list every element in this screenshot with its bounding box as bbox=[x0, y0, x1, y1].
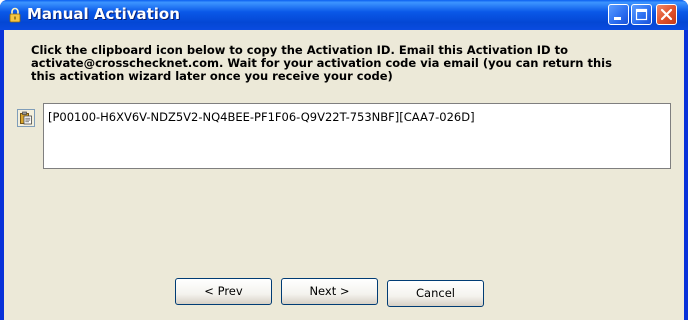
clipboard-icon bbox=[20, 111, 32, 125]
prev-button[interactable]: < Prev bbox=[175, 278, 272, 305]
next-button[interactable]: Next > bbox=[281, 278, 378, 305]
minimize-button[interactable] bbox=[608, 4, 629, 25]
copy-clipboard-button[interactable] bbox=[17, 109, 35, 127]
maximize-button[interactable] bbox=[631, 4, 652, 25]
maximize-icon bbox=[635, 8, 648, 21]
title-bar[interactable]: Manual Activation bbox=[0, 0, 688, 30]
close-icon bbox=[660, 8, 673, 21]
minimize-icon bbox=[614, 17, 621, 20]
window-title: Manual Activation bbox=[27, 5, 180, 23]
instructions-line: this activation wizard later once you re… bbox=[31, 69, 393, 83]
close-button[interactable] bbox=[656, 4, 677, 25]
instructions-text: Click the clipboard icon below to copy t… bbox=[31, 44, 641, 83]
dialog-body: Click the clipboard icon below to copy t… bbox=[4, 30, 684, 320]
activation-window: Manual Activation Click the clipboard ic… bbox=[0, 0, 688, 320]
cancel-button[interactable]: Cancel bbox=[387, 280, 484, 307]
activation-id-field[interactable]: [P00100-H6XV6V-NDZ5V2-NQ4BEE-PF1F06-Q9V2… bbox=[43, 103, 671, 169]
lock-icon bbox=[8, 7, 22, 23]
